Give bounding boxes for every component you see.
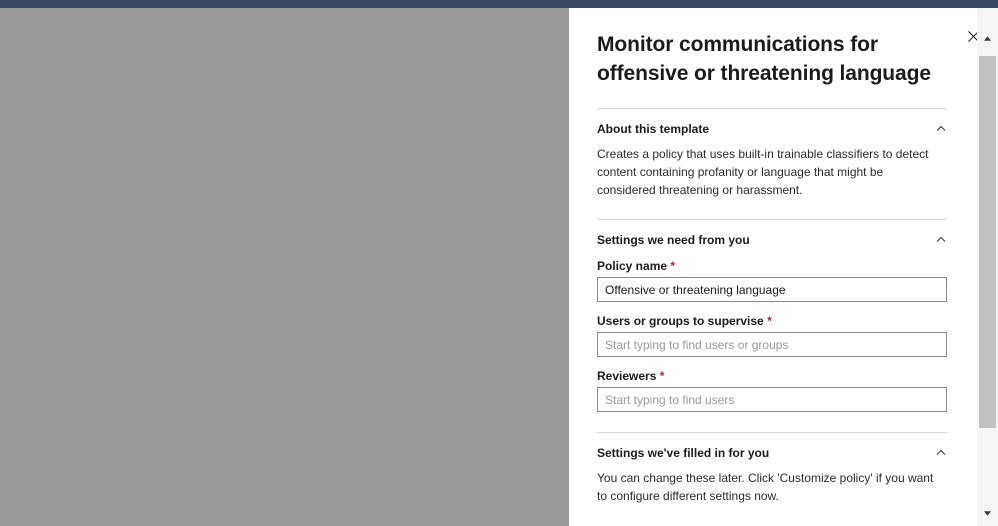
- policy-name-field-group: Policy name *: [597, 259, 947, 302]
- scrollbar-thumb[interactable]: [979, 56, 996, 428]
- chevron-up-icon[interactable]: [935, 234, 947, 246]
- reviewers-label: Reviewers *: [597, 369, 947, 383]
- section-title: Settings we need from you: [597, 233, 750, 247]
- suite-header-bar: [0, 0, 998, 8]
- label-text: Reviewers: [597, 369, 657, 383]
- section-title: About this template: [597, 122, 710, 136]
- app-background: Solutions Catalog: [0, 8, 569, 526]
- section-settings-filled-body: You can change these later. Click 'Custo…: [597, 471, 934, 503]
- section-about-template-header[interactable]: About this template: [597, 109, 947, 136]
- scroll-down-icon[interactable]: [977, 503, 998, 523]
- required-asterisk: *: [767, 314, 772, 328]
- label-text: Policy name: [597, 259, 668, 273]
- required-asterisk: *: [670, 259, 676, 273]
- template-details-panel: Monitor communications for offensive or …: [569, 8, 998, 526]
- users-or-groups-field-group: Users or groups to supervise *: [597, 314, 947, 357]
- scrollbar-track[interactable]: [977, 48, 998, 503]
- panel-title: Monitor communications for offensive or …: [597, 33, 931, 85]
- reviewers-input[interactable]: [597, 387, 947, 412]
- panel-scrollbar[interactable]: [977, 8, 998, 526]
- required-asterisk: *: [659, 369, 665, 383]
- app-root: Solutions Catalog: [0, 0, 998, 526]
- reviewers-field-group: Reviewers *: [597, 369, 947, 412]
- section-title: Settings we've filled in for you: [597, 446, 770, 460]
- policy-name-label: Policy name *: [597, 259, 947, 273]
- chevron-up-icon[interactable]: [935, 123, 947, 135]
- policy-name-input[interactable]: [597, 277, 947, 302]
- modal-scrim-overlay[interactable]: [0, 8, 569, 526]
- users-or-groups-label: Users or groups to supervise *: [597, 314, 947, 328]
- section-about-template-body: Creates a policy that uses built-in trai…: [597, 147, 929, 197]
- users-or-groups-input[interactable]: [597, 332, 947, 357]
- panel-content: Monitor communications for offensive or …: [569, 8, 977, 526]
- section-settings-needed-header[interactable]: Settings we need from you: [597, 220, 947, 247]
- label-text: Users or groups to supervise: [597, 314, 764, 328]
- scroll-up-icon[interactable]: [977, 28, 998, 48]
- chevron-up-icon[interactable]: [935, 447, 947, 459]
- section-settings-filled-header[interactable]: Settings we've filled in for you: [597, 433, 947, 460]
